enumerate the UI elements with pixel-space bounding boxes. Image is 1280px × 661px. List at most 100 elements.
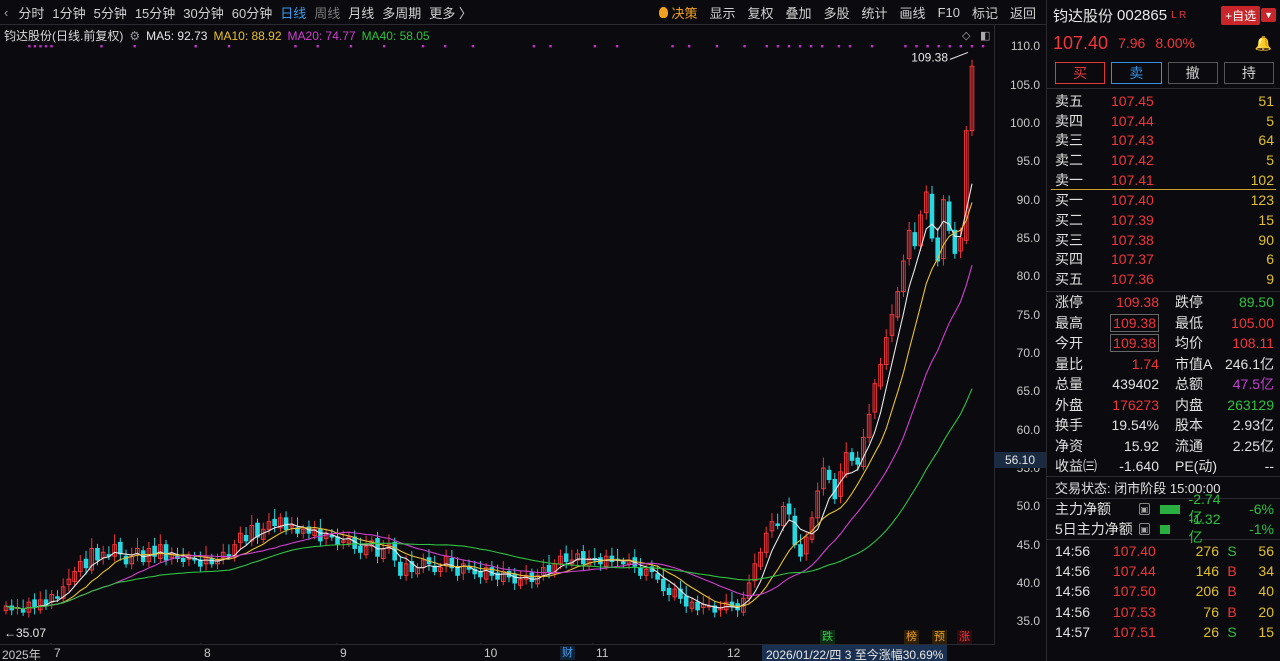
signal-dot bbox=[715, 45, 719, 48]
bid-row[interactable]: 买一 107.40 123 bbox=[1047, 190, 1280, 210]
ma10-value: MA10: 88.92 bbox=[213, 28, 282, 43]
stat-value-wrap: 1.74 bbox=[1107, 356, 1159, 372]
bid-label: 买三 bbox=[1055, 231, 1083, 248]
stock-name: 钧达股份 bbox=[1053, 7, 1114, 25]
period-tab[interactable]: 多周期 bbox=[378, 3, 425, 22]
flow-bar bbox=[1160, 504, 1181, 514]
settings-gear-icon[interactable]: ⚙ bbox=[129, 29, 140, 43]
marker-yu[interactable]: 预 bbox=[932, 630, 947, 644]
info-icon[interactable]: ▣ bbox=[1138, 503, 1151, 516]
period-tab[interactable]: 30分钟 bbox=[179, 3, 227, 22]
candle-body bbox=[226, 554, 232, 557]
mark-button[interactable]: 标记 bbox=[966, 3, 1004, 22]
candle-body bbox=[609, 555, 615, 563]
bid-row[interactable]: 买二 107.39 15 bbox=[1047, 210, 1280, 230]
price-tick: 100.0 bbox=[1009, 116, 1040, 130]
candle-body bbox=[243, 534, 249, 542]
bid-volume: 9 bbox=[1266, 271, 1274, 288]
marker-zhang[interactable]: 涨 bbox=[957, 630, 972, 644]
candle-body bbox=[621, 561, 626, 565]
tick-side: B bbox=[1227, 583, 1237, 600]
signal-dot bbox=[316, 45, 319, 48]
bid-row[interactable]: 买三 107.38 90 bbox=[1047, 230, 1280, 250]
sell-button[interactable]: 卖 bbox=[1111, 62, 1162, 84]
period-tab[interactable]: 周线 bbox=[310, 3, 344, 22]
stat-value: 47.5亿 bbox=[1232, 376, 1274, 393]
period-tab[interactable]: 5分钟 bbox=[90, 3, 131, 22]
holdings-button[interactable]: 持 bbox=[1223, 62, 1274, 84]
kline-chart[interactable]: 钧达股份(日线.前复权) ⚙ MA5: 92.73 MA10: 88.92 MA… bbox=[0, 24, 1046, 661]
candle-body bbox=[775, 523, 780, 527]
candle-body bbox=[792, 515, 798, 546]
bid-volume: 15 bbox=[1258, 211, 1274, 228]
stats-button[interactable]: 统计 bbox=[856, 3, 894, 22]
ask-row[interactable]: 卖三 107.43 64 bbox=[1047, 130, 1280, 150]
signal-dot bbox=[948, 45, 951, 48]
bid-book: 买一 107.40 123 买二 107.39 15 买三 107.38 90 买四 107.37 6… bbox=[1047, 190, 1280, 288]
flow-row: 主力净额 ▣ -2.74亿 -6% bbox=[1047, 491, 1280, 525]
tick-side: S bbox=[1227, 624, 1237, 641]
bid-row[interactable]: 买五 107.36 9 bbox=[1047, 269, 1280, 289]
bid-row[interactable]: 买四 107.37 6 bbox=[1047, 250, 1280, 270]
period-tabs: ‹ 分时 1分钟 5分钟 15分钟 30分钟 60分钟 日线 周线 月线 多周期 更多 〉 bbox=[0, 3, 476, 22]
buy-button[interactable]: 买 bbox=[1055, 62, 1106, 84]
overlay-button[interactable]: 叠加 bbox=[780, 3, 818, 22]
stat-value: 2.25亿 bbox=[1232, 437, 1274, 454]
multi-stock-button[interactable]: 多股 bbox=[818, 3, 856, 22]
display-button[interactable]: 显示 bbox=[703, 3, 741, 22]
stat-value: -1.640 bbox=[1119, 458, 1159, 475]
period-tab[interactable]: 更多 〉 bbox=[425, 3, 476, 22]
marker-cai[interactable]: 财 bbox=[560, 646, 575, 660]
juece-button[interactable]: 决策 bbox=[653, 3, 703, 22]
price-tick: 105.0 bbox=[1009, 77, 1040, 92]
tick-time: 14:56 bbox=[1055, 542, 1091, 559]
tick-count: 15 bbox=[1258, 624, 1274, 641]
signal-dot bbox=[798, 45, 802, 48]
signal-dot bbox=[837, 45, 841, 48]
cancel-order-button[interactable]: 撤 bbox=[1167, 62, 1218, 84]
capital-flow: 主力净额 ▣ -2.74亿 -6% 5日主力净额 ▣ -1.32亿 -1% bbox=[1047, 491, 1280, 545]
period-tab[interactable]: 60分钟 bbox=[228, 3, 276, 22]
stat-label: 收益㈢ bbox=[1055, 458, 1097, 475]
stat-value: 15.92 bbox=[1123, 437, 1159, 454]
add-watchlist-button[interactable]: +自选 bbox=[1221, 5, 1261, 25]
ask-row[interactable]: 卖五 107.45 51 bbox=[1047, 91, 1280, 111]
signal-dot bbox=[349, 45, 353, 48]
f10-button[interactable]: F10 bbox=[932, 5, 966, 20]
marker-bang[interactable]: 榜 bbox=[904, 630, 919, 644]
signal-dot bbox=[743, 45, 746, 48]
ask-row[interactable]: 卖一 107.41 102 bbox=[1047, 170, 1280, 190]
signal-dot bbox=[294, 45, 297, 48]
price-tick: 60.0 bbox=[1016, 422, 1040, 437]
tick-side: S bbox=[1227, 542, 1237, 559]
signal-dot bbox=[383, 45, 386, 48]
period-tab[interactable]: 1分钟 bbox=[48, 3, 89, 22]
period-tab[interactable]: 15分钟 bbox=[131, 3, 179, 22]
period-tab[interactable]: 日线 bbox=[276, 3, 310, 22]
watchlist-dropdown-icon[interactable]: ▼ bbox=[1261, 8, 1276, 22]
ask-row[interactable]: 卖四 107.44 5 bbox=[1047, 111, 1280, 131]
bell-icon[interactable]: 🔔 bbox=[1255, 35, 1272, 52]
fuquan-button[interactable]: 复权 bbox=[741, 3, 779, 22]
signal-dot bbox=[471, 45, 475, 48]
ask-price: 107.41 bbox=[1111, 171, 1154, 188]
draw-line-button[interactable]: 画线 bbox=[894, 3, 932, 22]
stat-label: 最低 bbox=[1175, 314, 1203, 331]
period-tab[interactable]: 月线 bbox=[344, 3, 378, 22]
candle-body bbox=[798, 544, 803, 557]
back-arrow-icon[interactable]: ‹ bbox=[4, 5, 8, 20]
ask-row[interactable]: 卖二 107.42 5 bbox=[1047, 150, 1280, 170]
price-change-pct: 8.00% bbox=[1155, 35, 1196, 51]
tick-price: 107.50 bbox=[1113, 583, 1156, 600]
candle-body bbox=[283, 517, 289, 530]
period-tab[interactable]: 分时 bbox=[14, 3, 48, 22]
tick-volume: 146 bbox=[1195, 562, 1219, 579]
tick-list[interactable]: 14:56 107.40 276 S 56 14:56 107.44 146 B 34 14:56 1… bbox=[1047, 539, 1280, 642]
info-icon[interactable]: ▣ bbox=[1138, 523, 1151, 536]
bulb-icon bbox=[659, 6, 669, 18]
return-button[interactable]: 返回 bbox=[1004, 3, 1042, 22]
candle-body bbox=[512, 574, 518, 584]
marker-die[interactable]: 跌 bbox=[820, 630, 835, 644]
ask-price: 107.45 bbox=[1111, 92, 1154, 109]
price-tick: 95.0 bbox=[1016, 154, 1040, 169]
